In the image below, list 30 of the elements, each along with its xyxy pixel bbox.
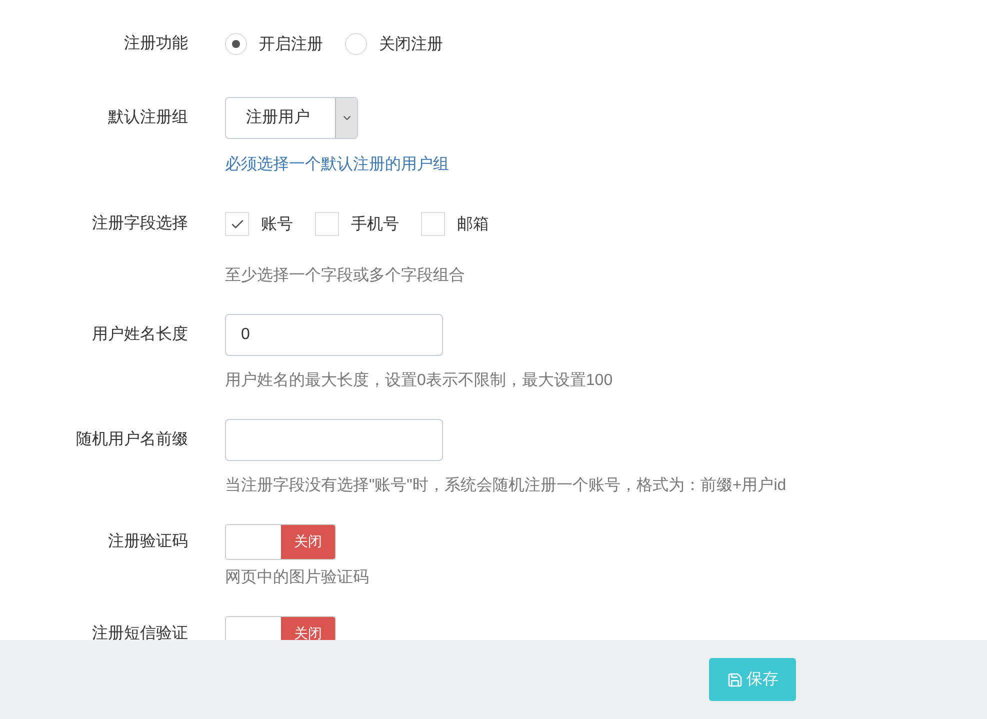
field-label: 默认注册组 [107,108,188,128]
checkbox-label: 手机号 [351,214,399,234]
radio-button[interactable] [345,33,367,55]
toggle-switch[interactable]: 关闭 [225,524,336,560]
save-icon [726,672,742,688]
radio-label: 关闭注册 [379,34,443,54]
checkbox-label: 账号 [261,214,293,234]
field-label: 随机用户名前缀 [75,430,188,450]
input-field[interactable]: 0 [225,314,443,356]
toggle-switch[interactable]: 关闭 [225,616,336,640]
help-text: 至少选择一个字段或多个字段组合 [225,266,465,286]
radio-option[interactable]: 开启注册 [225,33,323,55]
field-label: 注册字段选择 [91,214,188,234]
checkbox[interactable] [225,212,249,236]
input-field[interactable] [225,419,443,461]
checkbox[interactable] [315,212,339,236]
help-text: 用户姓名的最大长度，设置0表示不限制，最大设置100 [225,370,613,391]
group-select[interactable]: 注册用户 [225,97,358,139]
radio-option[interactable]: 关闭注册 [345,33,443,55]
checkbox[interactable] [421,212,445,236]
field-label: 注册验证码 [107,532,188,552]
help-text: 网页中的图片验证码 [225,568,369,588]
radio-button[interactable] [225,33,247,55]
field-label: 用户姓名长度 [91,324,188,345]
radio-label: 开启注册 [259,34,323,54]
help-link[interactable]: 必须选择一个默认注册的用户组 [225,153,449,177]
field-label: 注册功能 [123,34,188,54]
checkbox-label: 邮箱 [457,214,489,234]
field-label: 注册短信验证 [91,624,188,640]
help-text: 当注册字段没有选择"账号"时，系统会随机注册一个账号，格式为：前缀+用户id [225,476,786,496]
